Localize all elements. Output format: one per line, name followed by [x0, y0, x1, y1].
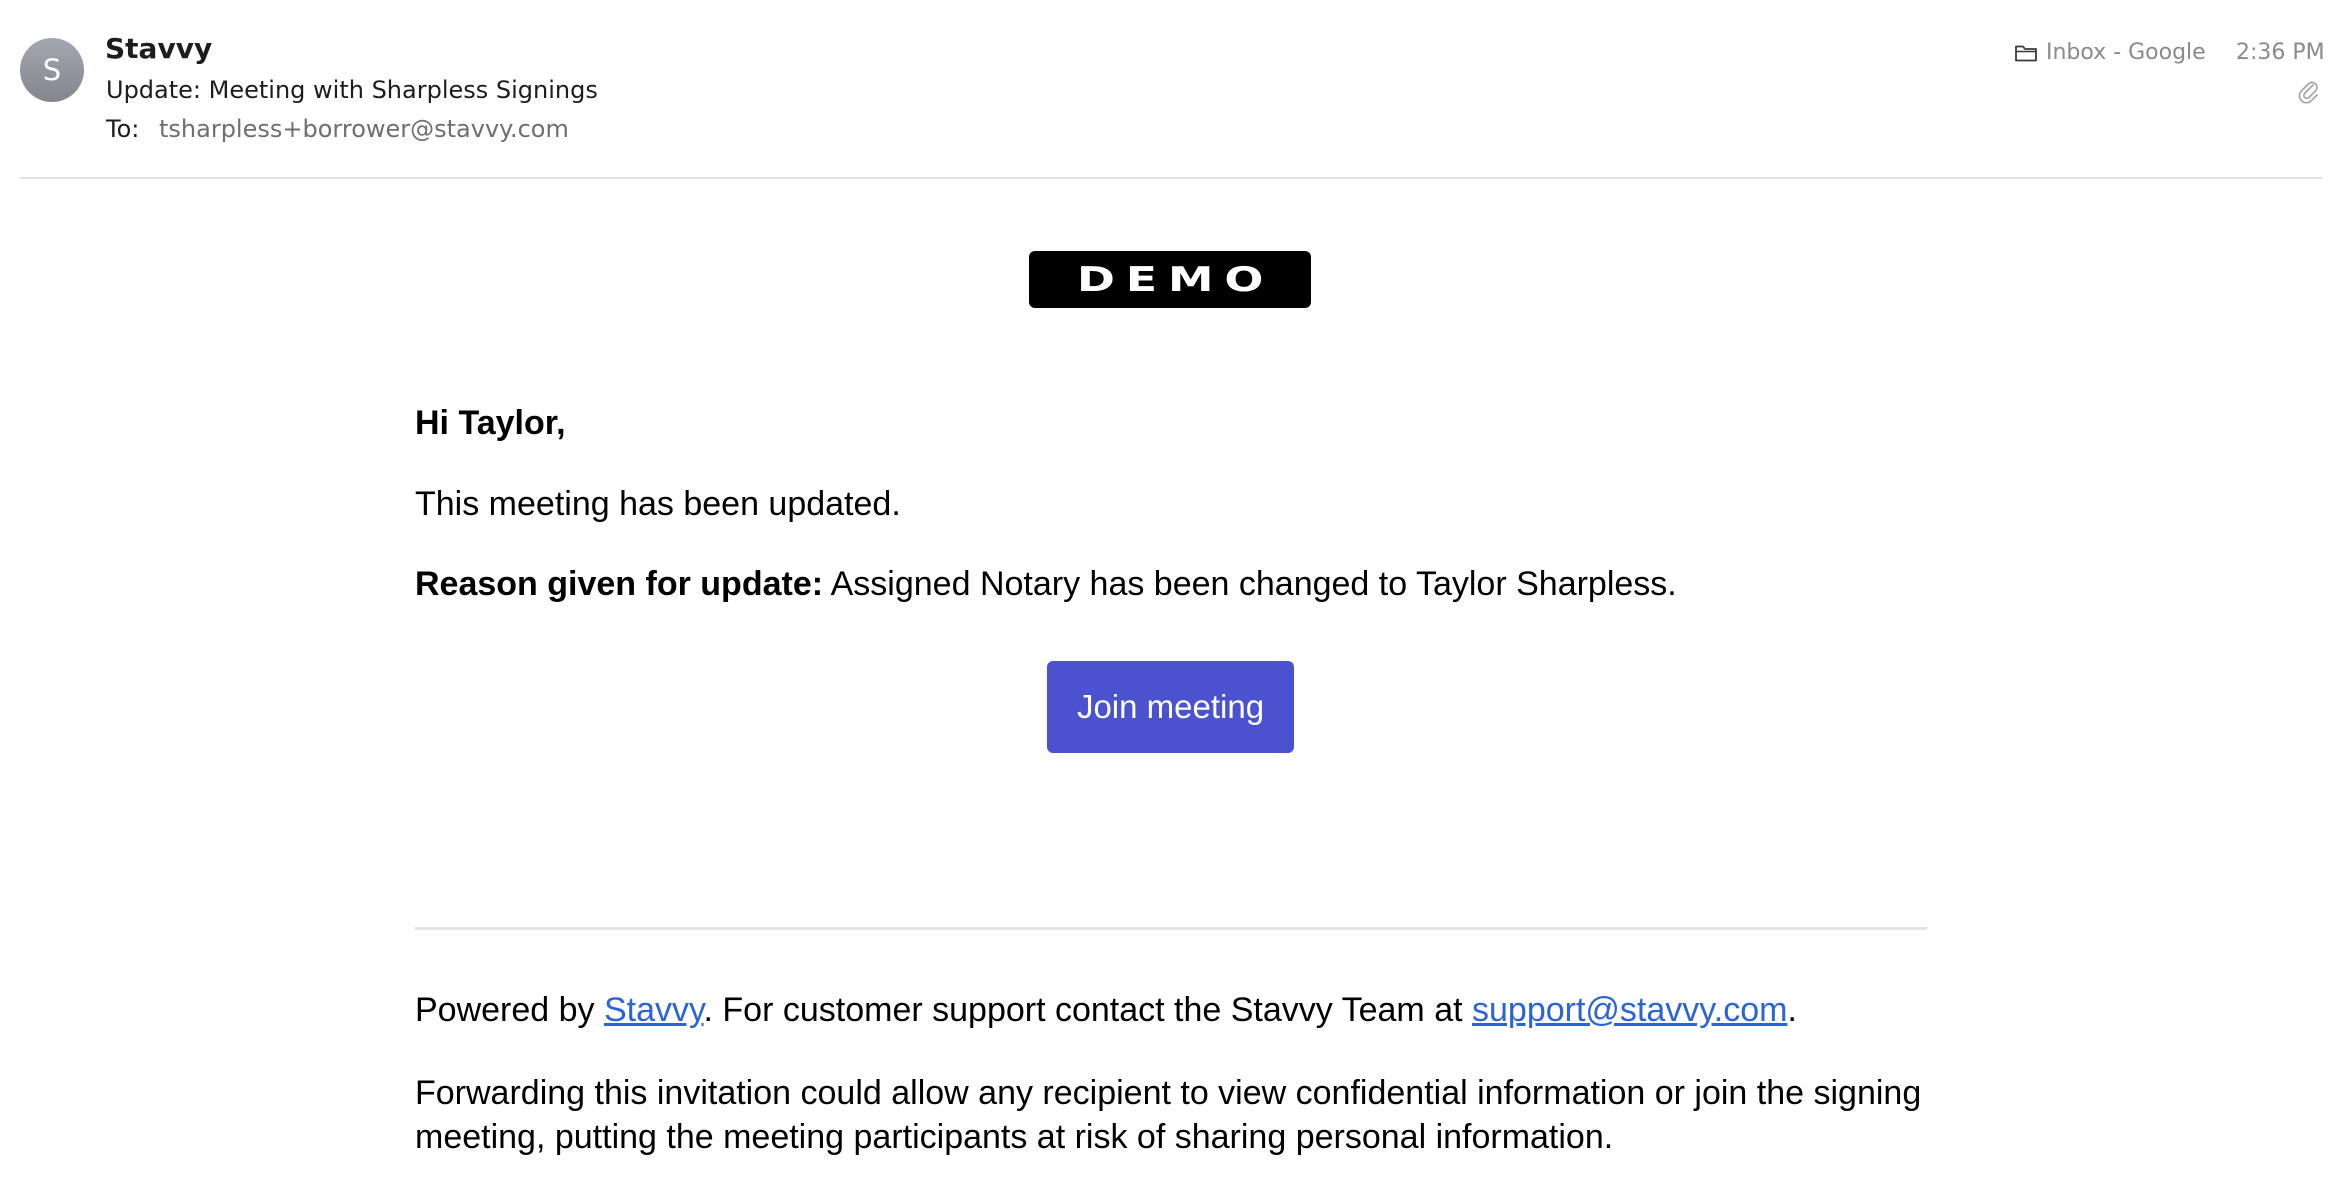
- recipient-row: To: tsharpless+borrower@stavvy.com: [106, 115, 569, 143]
- mailbox-name: Inbox - Google: [2046, 40, 2206, 65]
- footer-divider: [415, 927, 1927, 930]
- mailbox-indicator[interactable]: Inbox - Google: [2014, 40, 2206, 65]
- logo-text: DEMO: [1076, 259, 1275, 300]
- sender-name[interactable]: Stavvy: [105, 32, 212, 65]
- demo-logo: DEMO: [1029, 251, 1311, 308]
- folder-icon: [2015, 45, 2037, 61]
- powered-by-line: Powered by Stavvy. For customer support …: [415, 991, 1797, 1030]
- reason-label: Reason given for update:: [415, 565, 824, 603]
- join-meeting-button[interactable]: Join meeting: [1047, 661, 1294, 753]
- email-subject: Update: Meeting with Sharpless Signings: [106, 76, 598, 104]
- paperclip-icon[interactable]: [2296, 78, 2320, 104]
- powered-prefix: Powered by: [415, 991, 604, 1029]
- stavvy-link[interactable]: Stavvy: [604, 991, 704, 1029]
- reason-text: Assigned Notary has been changed to Tayl…: [823, 565, 1677, 603]
- support-email-link[interactable]: support@stavvy.com: [1472, 991, 1787, 1029]
- support-suffix: .: [1787, 991, 1797, 1029]
- update-reason: Reason given for update: Assigned Notary…: [415, 565, 1677, 604]
- update-notice: This meeting has been updated.: [415, 485, 901, 523]
- recipient-address[interactable]: tsharpless+borrower@stavvy.com: [159, 115, 569, 143]
- received-time: 2:36 PM: [2236, 40, 2325, 65]
- forwarding-warning: Forwarding this invitation could allow a…: [415, 1074, 1922, 1156]
- message-header: S Stavvy Update: Meeting with Sharpless …: [0, 0, 2342, 179]
- to-label: To:: [106, 115, 140, 143]
- greeting: Hi Taylor,: [415, 404, 566, 442]
- support-text: . For customer support contact the Stavv…: [703, 991, 1473, 1029]
- header-divider: [20, 177, 2322, 179]
- sender-avatar[interactable]: S: [20, 38, 84, 102]
